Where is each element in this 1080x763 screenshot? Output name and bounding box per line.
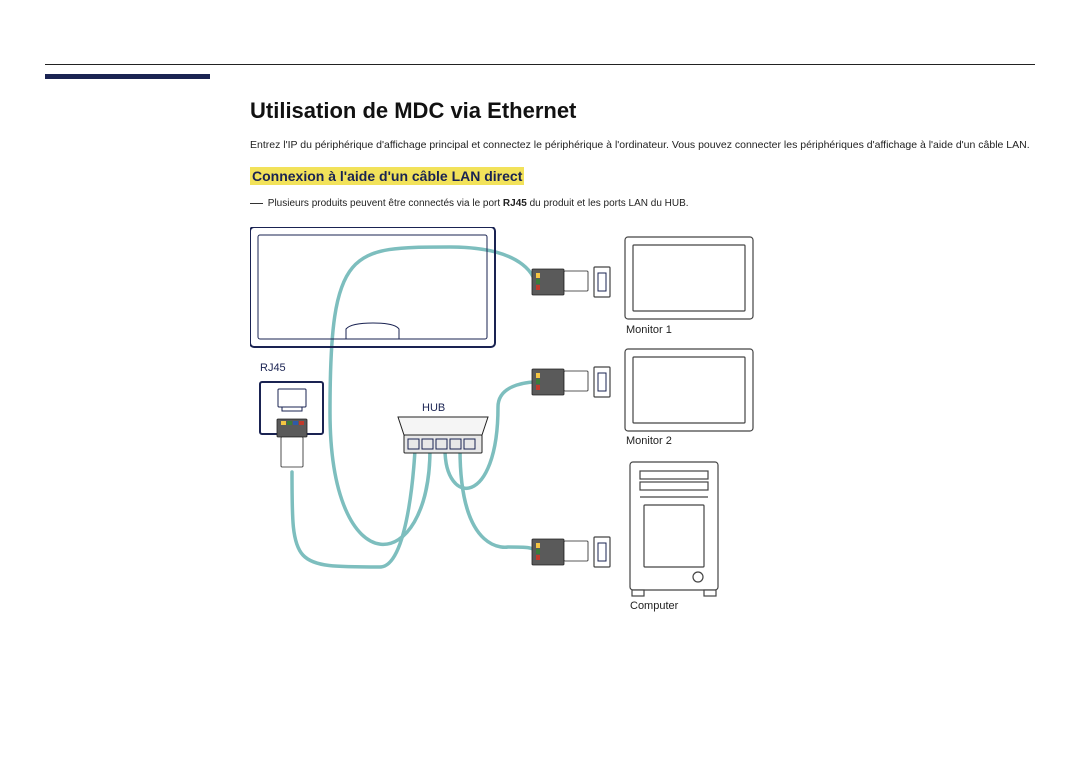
section-title: Utilisation de MDC via Ethernet (250, 98, 1035, 124)
rj45-connector-monitor1 (532, 267, 610, 297)
diagram-svg: .outline { fill:none; stroke:#1a2352; st… (250, 227, 970, 657)
note-text-post: du produit et les ports LAN du HUB. (527, 198, 689, 209)
intro-paragraph: Entrez l'IP du périphérique d'affichage … (250, 138, 1035, 154)
note-dash-icon: ― (250, 195, 263, 210)
monitor-1 (625, 237, 753, 319)
rj45-connector-monitor2 (532, 367, 610, 397)
note-text-bold: RJ45 (503, 198, 527, 209)
monitor2-label: Monitor 2 (626, 435, 672, 447)
main-display (250, 227, 495, 347)
computer-label: Computer (630, 600, 678, 612)
top-horizontal-rule (45, 64, 1035, 65)
content-area: Utilisation de MDC via Ethernet Entrez l… (250, 98, 1035, 657)
hub-label: HUB (422, 402, 445, 414)
top-left-accent-bar (45, 74, 210, 79)
connection-diagram: .outline { fill:none; stroke:#1a2352; st… (250, 227, 970, 657)
subsection-note: ― Plusieurs produits peuvent être connec… (250, 194, 1035, 209)
network-hub (398, 417, 488, 453)
monitor-2 (625, 349, 753, 431)
monitor1-label: Monitor 1 (626, 324, 672, 336)
note-text-pre: Plusieurs produits peuvent être connecté… (268, 198, 503, 209)
rj45-block (260, 382, 323, 467)
rj45-connector-computer (532, 537, 610, 567)
computer-tower (630, 462, 718, 596)
rj45-label: RJ45 (260, 362, 286, 374)
subsection-heading: Connexion à l'aide d'un câble LAN direct (250, 167, 524, 185)
